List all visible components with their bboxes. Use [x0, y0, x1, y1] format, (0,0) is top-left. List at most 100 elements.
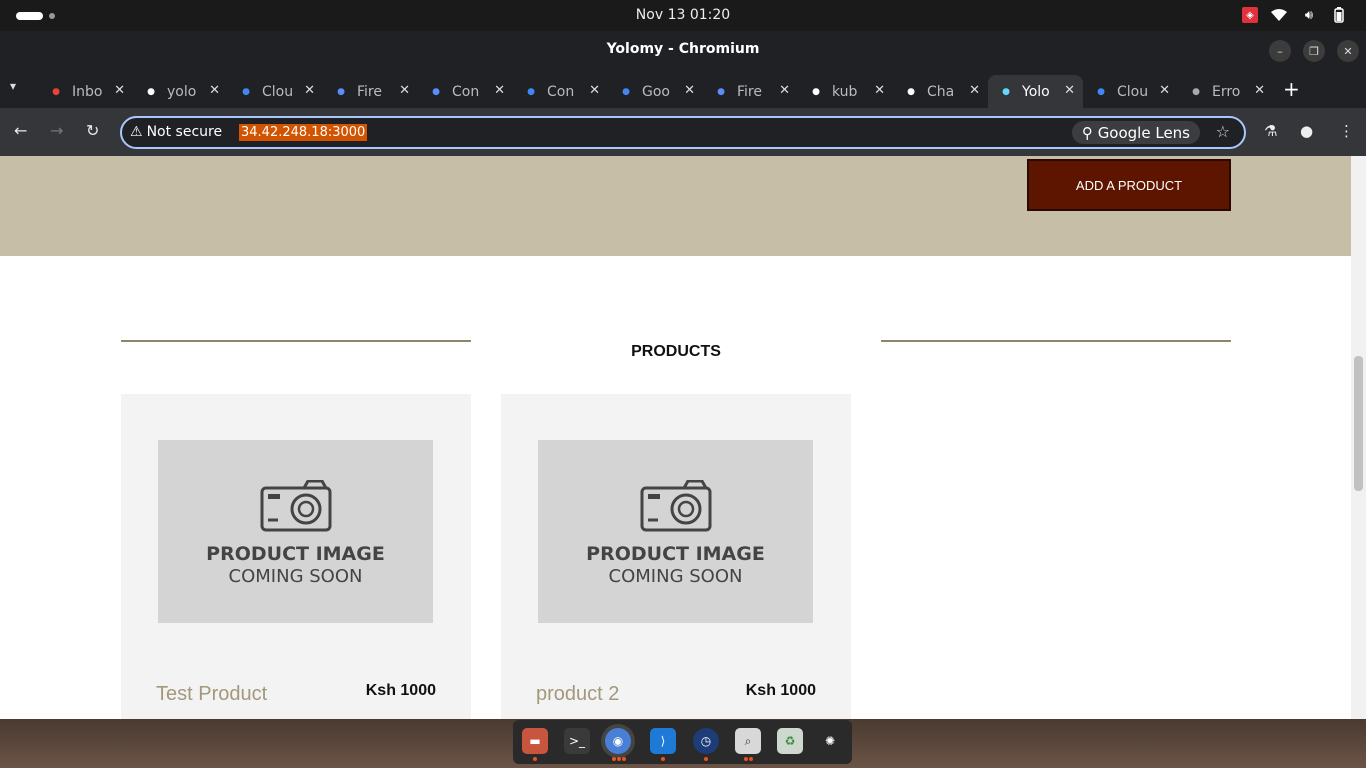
- products-heading: PRODUCTS: [631, 343, 721, 360]
- product-price: Ksh 1000: [745, 682, 816, 699]
- image-viewer-icon[interactable]: ⌕: [735, 728, 761, 754]
- system-clock[interactable]: Nov 13 01:20: [0, 7, 1366, 23]
- files-icon[interactable]: ▬: [522, 728, 548, 754]
- not-secure-label: Not secure: [146, 124, 223, 140]
- product-card[interactable]: PRODUCT IMAGE COMING SOON Test Product K…: [121, 394, 471, 719]
- search-icon: ⚲: [1081, 124, 1093, 142]
- page-viewport: ADD A PRODUCT PRODUCTS PRODUCT IMAGE COM…: [0, 156, 1351, 719]
- google-lens-label: Google Lens: [1097, 124, 1190, 142]
- close-window-button[interactable]: ✕: [1337, 40, 1359, 62]
- tab-close-icon[interactable]: ✕: [969, 83, 980, 98]
- tab-close-icon[interactable]: ✕: [304, 83, 315, 98]
- tab-close-icon[interactable]: ✕: [874, 83, 885, 98]
- forward-button[interactable]: →: [50, 121, 63, 140]
- firebase-shield-icon: ●: [337, 86, 345, 97]
- browser-tab[interactable]: ● Fire ✕: [703, 75, 798, 108]
- google-cloud-icon: ●: [622, 86, 630, 97]
- gmail-icon: ●: [52, 86, 60, 97]
- react-icon: ●: [1002, 86, 1010, 97]
- warning-triangle-icon: ⚠: [130, 124, 143, 140]
- product-card[interactable]: PRODUCT IMAGE COMING SOON product 2 Ksh …: [501, 394, 851, 719]
- browser-tab[interactable]: ● Goo ✕: [608, 75, 703, 108]
- battery-icon[interactable]: [1330, 7, 1348, 23]
- volume-icon[interactable]: 🔊︎: [1300, 7, 1318, 23]
- product-image-placeholder: PRODUCT IMAGE COMING SOON: [158, 440, 433, 623]
- product-name[interactable]: product 2: [536, 683, 619, 706]
- system-tray[interactable]: ◈ 🔊︎: [1242, 7, 1348, 23]
- chromium-icon[interactable]: ◉: [605, 728, 631, 754]
- browser-tab[interactable]: ● Fire ✕: [323, 75, 418, 108]
- profile-icon[interactable]: ●: [1300, 122, 1313, 140]
- tab-close-icon[interactable]: ✕: [1254, 83, 1265, 98]
- tab-close-icon[interactable]: ✕: [1159, 83, 1170, 98]
- tab-close-icon[interactable]: ✕: [209, 83, 220, 98]
- clock-app-icon[interactable]: ◷: [693, 728, 719, 754]
- chatgpt-icon: ●: [907, 86, 915, 97]
- browser-tab[interactable]: ● Clou ✕: [1083, 75, 1178, 108]
- browser-tab[interactable]: ● Cha ✕: [893, 75, 988, 108]
- browser-tab[interactable]: ● Erro ✕: [1178, 75, 1273, 108]
- reload-button[interactable]: ↻: [86, 121, 99, 140]
- page-scrollbar[interactable]: [1351, 156, 1366, 719]
- tab-label: Erro: [1212, 83, 1241, 100]
- terminal-icon[interactable]: >_: [564, 728, 590, 754]
- browser-tab[interactable]: ● Cloud ✕: [228, 75, 323, 108]
- tab-close-icon[interactable]: ✕: [779, 83, 790, 98]
- minimize-button[interactable]: –: [1269, 40, 1291, 62]
- google-cloud-icon: ●: [1097, 86, 1105, 97]
- browser-tab[interactable]: ● Inbox ✕: [38, 75, 133, 108]
- labs-flask-icon[interactable]: ⚗: [1264, 122, 1277, 140]
- placeholder-line-1: PRODUCT IMAGE: [586, 543, 765, 565]
- system-top-bar: Nov 13 01:20 ◈ 🔊︎: [0, 0, 1366, 31]
- restore-button[interactable]: ❐: [1303, 40, 1325, 62]
- wifi-icon[interactable]: [1270, 7, 1288, 23]
- tab-label: Fire: [357, 83, 382, 100]
- browser-tab[interactable]: ● Con ✕: [418, 75, 513, 108]
- ubuntu-logo-icon[interactable]: ✺: [817, 728, 843, 754]
- hero-banner: ADD A PRODUCT: [0, 156, 1351, 256]
- scrollbar-thumb[interactable]: [1354, 356, 1363, 491]
- remote-desktop-icon[interactable]: ◈: [1242, 7, 1258, 23]
- tab-label: Cha: [927, 83, 955, 100]
- new-tab-button[interactable]: +: [1283, 77, 1300, 101]
- browser-tab[interactable]: ● kub ✕: [798, 75, 893, 108]
- tab-label: Clou: [1117, 83, 1147, 100]
- browser-tab[interactable]: ● yolo ✕: [133, 75, 228, 108]
- tab-label: Fire: [737, 83, 762, 100]
- tab-close-icon[interactable]: ✕: [684, 83, 695, 98]
- google-icon: ●: [812, 86, 820, 97]
- tab-label: Con: [452, 83, 480, 100]
- product-name[interactable]: Test Product: [156, 683, 267, 706]
- google-lens-button[interactable]: ⚲ Google Lens: [1071, 121, 1200, 144]
- vscode-icon[interactable]: ⟩: [650, 728, 676, 754]
- browser-tab[interactable]: ● Yolo ✕: [988, 75, 1083, 108]
- tab-search-dropdown-icon[interactable]: ▾: [10, 79, 16, 93]
- add-product-button[interactable]: ADD A PRODUCT: [1027, 159, 1231, 211]
- tab-strip: ▾ ● Inbox ✕ ● yolo ✕ ● Cloud ✕ ● Fire ✕ ● Con ✕ ● Con ✕ ● G…: [0, 68, 1366, 108]
- tab-close-icon[interactable]: ✕: [114, 83, 125, 98]
- product-image-placeholder: PRODUCT IMAGE COMING SOON: [538, 440, 813, 623]
- section-divider-right: [881, 340, 1231, 342]
- camera-icon: [640, 480, 712, 532]
- url-text[interactable]: 34.42.248.18:3000: [239, 124, 368, 141]
- tab-label: Inbox: [72, 83, 102, 100]
- tab-close-icon[interactable]: ✕: [494, 83, 505, 98]
- globe-icon: ●: [1192, 86, 1200, 97]
- tab-label: Yolo: [1022, 83, 1050, 100]
- address-bar[interactable]: ⚠ Not secure 34.42.248.18:3000 ⚲ Google …: [120, 116, 1246, 149]
- menu-kebab-icon[interactable]: ⋮: [1339, 122, 1354, 140]
- github-icon: ●: [147, 86, 155, 97]
- tab-label: Cloud: [262, 83, 292, 100]
- bookmark-star-icon[interactable]: ☆: [1216, 122, 1230, 141]
- trash-icon[interactable]: ♻: [777, 728, 803, 754]
- tab-close-icon[interactable]: ✕: [399, 83, 410, 98]
- browser-toolbar: ← → ↻ ⚠ Not secure 34.42.248.18:3000 ⚲ G…: [0, 108, 1366, 156]
- placeholder-line-2: COMING SOON: [608, 566, 743, 587]
- product-price: Ksh 1000: [365, 682, 436, 699]
- browser-tab[interactable]: ● Con ✕: [513, 75, 608, 108]
- google-cloud-icon: ●: [242, 86, 250, 97]
- tab-close-icon[interactable]: ✕: [1064, 83, 1075, 98]
- back-button[interactable]: ←: [14, 121, 27, 140]
- tab-close-icon[interactable]: ✕: [589, 83, 600, 98]
- site-security-chip[interactable]: ⚠ Not secure: [130, 124, 222, 140]
